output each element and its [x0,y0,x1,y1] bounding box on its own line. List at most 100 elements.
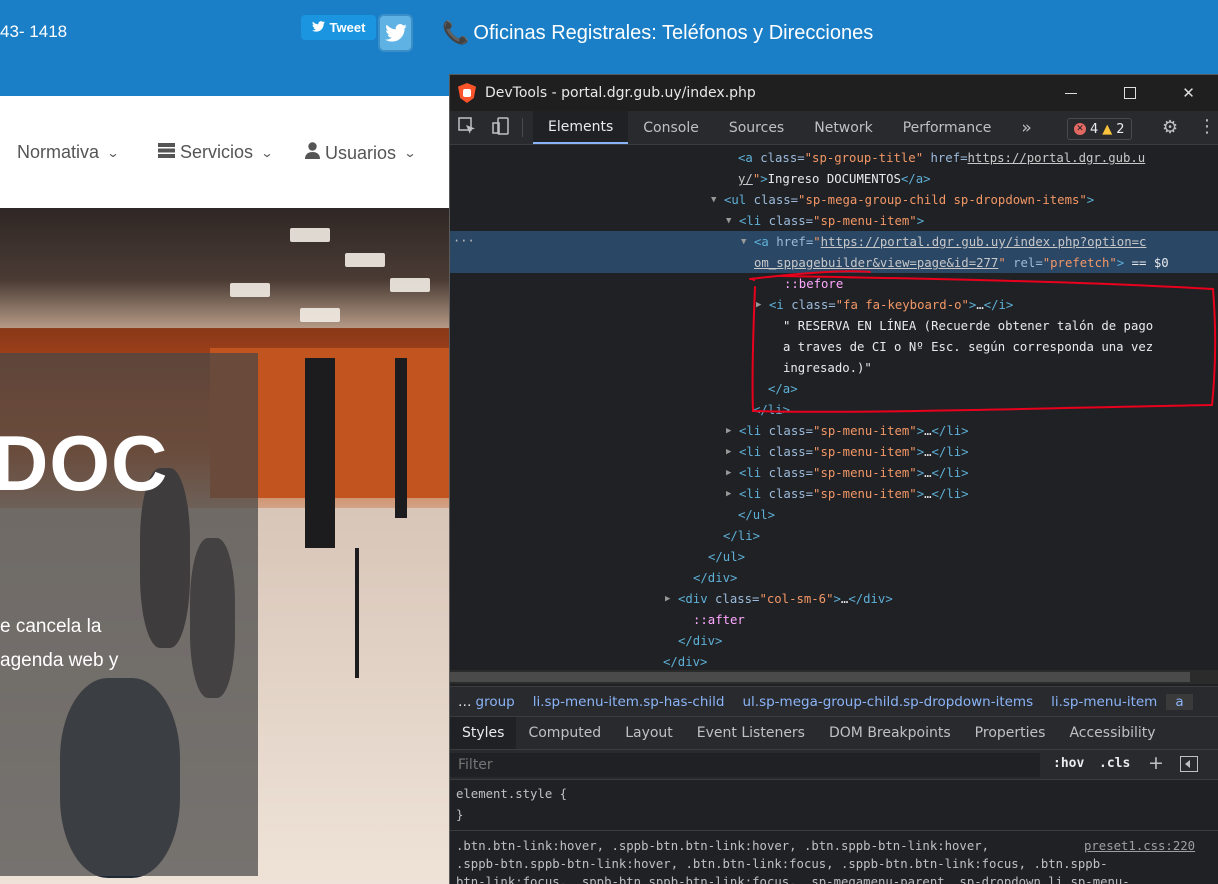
dom-token: </li> [931,487,969,501]
dom-token: <li [739,214,769,228]
breadcrumb-item[interactable]: a [1166,693,1193,710]
dom-node-line[interactable]: ▼ <a href="https://portal.dgr.gub.uy/inde… [741,232,1147,253]
twitter-bird-icon [311,20,325,35]
nav-usuarios[interactable]: Usuarios ⌄ [305,142,417,164]
dom-node-line[interactable]: </ul> [738,505,775,526]
twitter-logo-icon[interactable] [378,14,413,52]
tweet-button[interactable]: Tweet [301,15,376,40]
dom-token: </ul> [708,550,746,564]
hero-description-line: agenda web y [0,650,119,671]
offices-link[interactable]: 📞 Oficinas Registrales: Teléfonos y Dire… [442,20,873,46]
tab-elements[interactable]: Elements [533,111,629,144]
collapse-triangle-icon[interactable]: ▶ [756,295,761,316]
dom-token: </li> [931,445,969,459]
rule-source-link[interactable]: preset1.css:220 [1084,839,1195,853]
collapse-triangle-icon[interactable]: ▶ [726,463,731,484]
dom-node-line[interactable]: om_sppagebuilder&view=page&id=277" rel="… [754,253,1169,274]
rule-selector-line: btn-link:focus, .sppb-btn.sppb-btn-link:… [456,875,1130,884]
toggle-sidebar-icon[interactable] [1180,756,1198,772]
dom-token: class= [768,487,814,501]
breadcrumb-item[interactable]: li.sp-menu-item [1042,694,1166,710]
dom-node-line[interactable]: " RESERVA EN LÍNEA (Recuerde obtener tal… [783,316,1153,337]
dom-node-line[interactable]: ::after [693,610,745,631]
tab-sources[interactable]: Sources [714,111,799,144]
dom-node-line[interactable]: ingresado.)" [783,358,872,379]
dom-node-line[interactable]: </ul> [708,547,745,568]
gear-icon[interactable]: ⚙ [1162,117,1178,138]
maximize-button[interactable] [1100,75,1159,111]
dom-token: class= [715,592,760,606]
collapse-triangle-icon[interactable]: ▶ [726,421,731,442]
breadcrumb-item[interactable]: group [476,694,524,710]
error-icon: ✕ [1074,123,1086,135]
breadcrumb-item[interactable]: ul.sp-mega-group-child.sp-dropdown-items [733,694,1042,710]
device-toolbar-button[interactable] [484,111,518,144]
dom-node-line[interactable]: </div> [678,631,722,652]
collapse-triangle-icon[interactable]: ▶ [726,442,731,463]
more-tabs-button[interactable]: » [1006,111,1046,144]
scrollbar-thumb[interactable] [450,672,1190,682]
tab-accessibility[interactable]: Accessibility [1057,717,1167,749]
breadcrumb-item[interactable]: li.sp-menu-item.sp-has-child [524,694,734,710]
hero-description: e cancela la agenda web y [0,610,160,678]
dom-node-line[interactable]: ▼ <li class="sp-menu-item"> [726,211,924,232]
nav-servicios[interactable]: Servicios ⌄ [158,142,274,163]
hov-toggle[interactable]: :hov [1053,756,1084,771]
nav-normativa[interactable]: Normativa ⌄ [17,142,120,163]
minimize-button[interactable] [1041,75,1100,111]
dom-token: </a> [900,172,931,186]
cls-toggle[interactable]: .cls [1099,756,1130,771]
hero-description-line: e cancela la [0,616,102,637]
node-actions-icon[interactable]: ··· [453,234,475,248]
inspect-element-button[interactable] [450,111,484,144]
tab-console[interactable]: Console [628,111,714,144]
dom-node-line[interactable]: ▶ <li class="sp-menu-item">…</li> [726,463,969,484]
dom-node-line[interactable]: </div> [663,652,707,670]
more-options-icon[interactable]: ⋮ [1198,116,1216,137]
dom-node-line[interactable]: ::before [784,274,843,295]
tab-properties[interactable]: Properties [963,717,1058,749]
dom-token: https://portal.dgr.gub.uy/index.php?opti… [820,235,1147,249]
phone-number: 43- 1418 [0,22,68,41]
tab-dom-breakpoints[interactable]: DOM Breakpoints [817,717,963,749]
dom-token: <li [739,445,769,459]
dom-node-line[interactable]: ▶ <li class="sp-menu-item">…</li> [726,442,969,463]
dom-token: </ul> [738,508,776,522]
styles-filter-input[interactable] [450,753,1040,777]
dom-node-line[interactable]: <a class="sp-group-title" href=https://p… [738,148,1145,169]
dom-node-line[interactable]: y/">Ingreso DOCUMENTOS</a> [738,169,931,190]
dom-node-line[interactable]: </a> [768,379,798,400]
collapse-triangle-icon[interactable]: ▶ [726,484,731,505]
expand-triangle-icon[interactable]: ▼ [741,232,746,253]
expand-triangle-icon[interactable]: ▼ [726,211,731,232]
close-button[interactable]: ✕ [1159,75,1218,111]
dom-token: … [924,466,932,480]
dom-node-line[interactable]: ▶ <li class="sp-menu-item">…</li> [726,421,969,442]
dom-node-line[interactable]: ▼ <ul class="sp-mega-group-child sp-dropd… [711,190,1094,211]
elements-dom-tree[interactable]: ··· <a class="sp-group-title" href=https… [450,146,1218,670]
dom-node-line[interactable]: </li> [753,400,790,421]
dom-token: "sp-menu-item" [813,214,917,228]
breadcrumb-more[interactable]: … [450,694,476,710]
dom-node-line[interactable]: </li> [723,526,760,547]
tab-computed[interactable]: Computed [516,717,613,749]
styles-rules-list: element.style { } .btn.btn-link:hover, .… [450,781,1218,884]
issues-badge[interactable]: ✕ 4 ▲ 2 [1067,118,1132,140]
new-rule-icon[interactable]: + [1148,752,1164,774]
collapse-triangle-icon[interactable]: ▶ [665,589,670,610]
tab-network[interactable]: Network [799,111,887,144]
expand-triangle-icon[interactable]: ▼ [711,190,716,211]
dom-node-line[interactable]: ▶ <div class="col-sm-6">…</div> [665,589,893,610]
tab-layout[interactable]: Layout [613,717,685,749]
element-style-selector[interactable]: element.style { [456,787,567,801]
dom-node-line[interactable]: ▶ <li class="sp-menu-item">…</li> [726,484,969,505]
dom-node-line[interactable]: ▶ <i class="fa fa-keyboard-o">…</i> [756,295,1013,316]
horizontal-scrollbar[interactable] [450,670,1218,684]
dom-token: > [916,424,925,438]
tab-performance[interactable]: Performance [888,111,1007,144]
dom-token: " RESERVA EN LÍNEA (Recuerde obtener tal… [783,319,1154,333]
dom-node-line[interactable]: </div> [693,568,737,589]
tab-event-listeners[interactable]: Event Listeners [685,717,817,749]
tab-styles[interactable]: Styles [450,717,517,749]
dom-node-line[interactable]: a traves de CI o Nº Esc. según correspon… [783,337,1153,358]
